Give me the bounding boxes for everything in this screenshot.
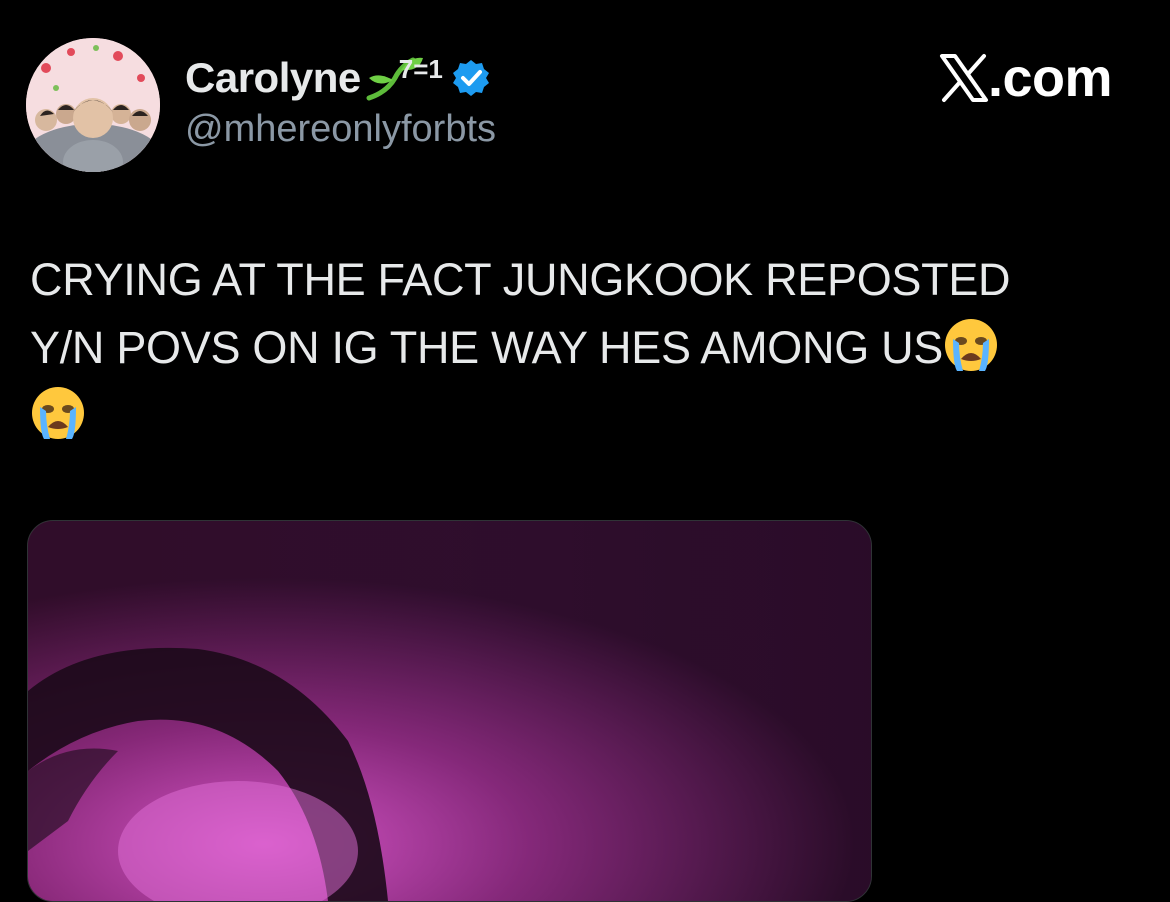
- author-name-suffix: 7=1: [398, 53, 443, 84]
- tweet-text: CRYING AT THE FACT JUNGKOOK REPOSTED Y/N…: [30, 246, 1130, 450]
- brand-text: .com: [987, 48, 1113, 108]
- avatar-photo-icon: [26, 38, 160, 172]
- tweet-line-2-wrap: Y/N POVS ON IG THE WAY HES AMONG US: [30, 314, 1130, 382]
- video-thumbnail-icon: [28, 521, 871, 901]
- author-handle[interactable]: @mhereonlyforbts: [185, 108, 496, 151]
- loudly-crying-face-icon: [30, 385, 86, 441]
- avatar[interactable]: [26, 38, 160, 172]
- x-logo-icon: [938, 52, 990, 104]
- tweet-line-3: [30, 382, 1130, 450]
- author-display-name[interactable]: Carolyne: [185, 54, 361, 102]
- loudly-crying-face-icon: [943, 317, 999, 373]
- tweet-line-1: CRYING AT THE FACT JUNGKOOK REPOSTED: [30, 254, 1011, 305]
- tweet-media[interactable]: [27, 520, 872, 902]
- tweet-line-2: Y/N POVS ON IG THE WAY HES AMONG US: [30, 322, 944, 373]
- x-com-brand: .com: [938, 48, 1113, 108]
- verified-badge-icon: [451, 58, 491, 98]
- author-name-row[interactable]: Carolyne 7=1: [185, 52, 491, 104]
